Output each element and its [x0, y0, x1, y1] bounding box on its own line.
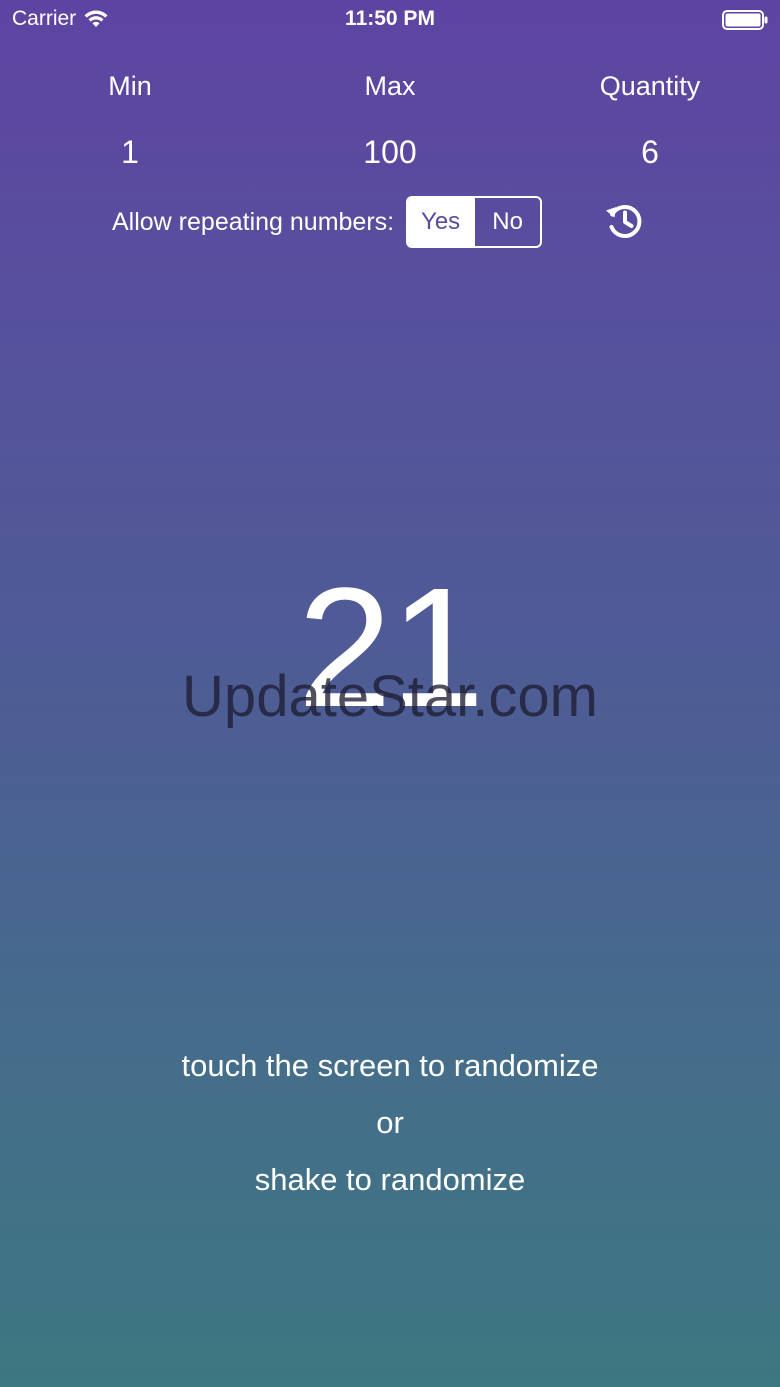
max-setting: Max 100	[270, 68, 510, 172]
quantity-label: Quantity	[599, 71, 701, 101]
watermark: UpdateStar.com	[182, 664, 598, 729]
instruction-shake: shake to randomize	[254, 1162, 526, 1197]
battery-icon	[722, 10, 768, 30]
randomizer-screen: Carrier 11:50 PM Min 1 Max 100 Quantity …	[0, 0, 780, 1387]
max-value[interactable]: 100	[270, 132, 510, 172]
status-bar: Carrier 11:50 PM	[0, 0, 780, 40]
repeat-segmented-control[interactable]: Yes No	[406, 196, 543, 248]
max-label: Max	[364, 71, 416, 101]
repeat-no-segment[interactable]: No	[473, 198, 540, 246]
instruction-or: or	[376, 1105, 404, 1140]
instruction-touch: touch the screen to randomize	[181, 1048, 599, 1083]
repeat-yes-segment[interactable]: Yes	[408, 198, 474, 246]
randomize-tap-area[interactable]	[0, 270, 780, 1387]
range-settings: Min 1 Max 100 Quantity 6	[0, 68, 780, 178]
repeat-label: Allow repeating numbers:	[112, 207, 395, 236]
repeat-setting: Allow repeating numbers: Yes No	[112, 195, 543, 249]
quantity-value[interactable]: 6	[530, 132, 770, 172]
history-icon[interactable]	[603, 200, 645, 242]
min-value[interactable]: 1	[10, 132, 250, 172]
min-label: Min	[108, 71, 152, 101]
status-time: 11:50 PM	[345, 7, 435, 30]
instructions: touch the screen to randomize or shake t…	[0, 1040, 780, 1211]
min-setting: Min 1	[10, 68, 250, 172]
quantity-setting: Quantity 6	[530, 68, 770, 172]
